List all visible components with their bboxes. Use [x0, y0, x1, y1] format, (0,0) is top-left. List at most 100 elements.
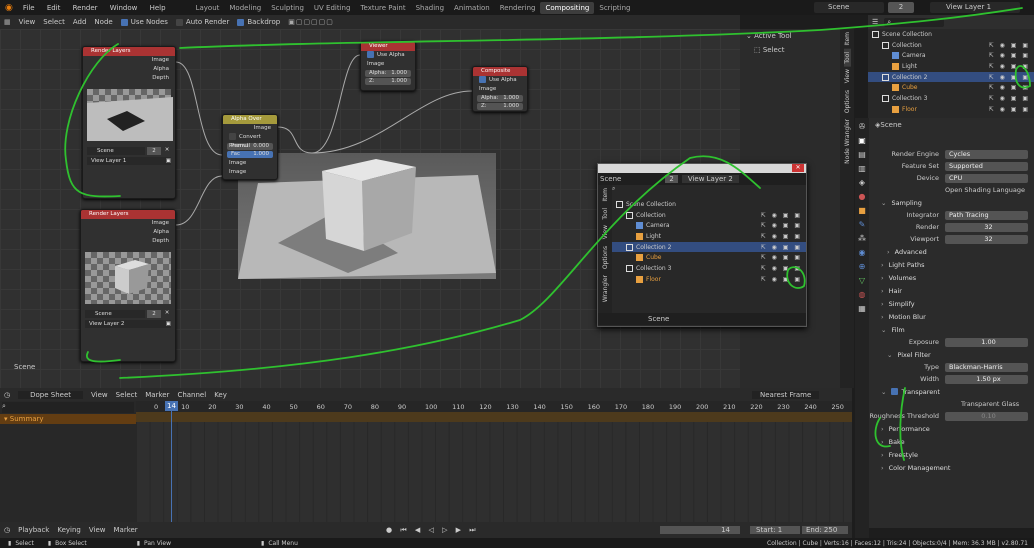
- particles-icon[interactable]: ⁂: [858, 234, 866, 243]
- object-icon[interactable]: ■: [858, 206, 866, 215]
- visibility-toggles[interactable]: ⇱ ◉ ▣ ▣: [761, 254, 802, 261]
- menu-file[interactable]: File: [18, 4, 40, 12]
- tab-view[interactable]: View: [602, 222, 609, 242]
- node-menu-select[interactable]: Select: [39, 18, 69, 26]
- constraint-icon[interactable]: ⊕: [859, 262, 866, 271]
- physics-icon[interactable]: ◉: [859, 248, 866, 257]
- render-icon[interactable]: ▣: [858, 136, 866, 145]
- playhead-frame[interactable]: 14: [165, 401, 178, 411]
- visibility-toggles[interactable]: ⇱ ◉ ▣ ▣: [761, 244, 802, 251]
- blender-logo-icon[interactable]: ◉: [0, 3, 18, 13]
- window-scene-count[interactable]: 2: [665, 175, 678, 183]
- scene-selector[interactable]: Scene: [814, 2, 884, 13]
- z-field[interactable]: Z: 1.000: [477, 103, 523, 110]
- dopesheet-mode[interactable]: Dope Sheet: [18, 390, 83, 399]
- bake-panel[interactable]: Bake: [869, 435, 1034, 448]
- render-engine-dropdown[interactable]: Cycles: [945, 149, 1028, 159]
- dopesheet-menu-key[interactable]: Key: [214, 391, 227, 399]
- timeline-menu-marker[interactable]: Marker: [113, 526, 137, 534]
- editor-type-icon[interactable]: ◷: [4, 526, 10, 534]
- node-header[interactable]: Render Layers: [83, 47, 175, 56]
- visibility-toggles[interactable]: ⇱ ◉ ▣ ▣: [761, 212, 802, 219]
- tab-rendering[interactable]: Rendering: [495, 2, 541, 14]
- node-scene-count[interactable]: 2: [147, 310, 161, 318]
- outliner-item-row[interactable]: Camera ⇱ ◉ ▣ ▣: [868, 50, 1034, 61]
- window-outliner-item-row[interactable]: Collection 3 ⇱ ◉ ▣ ▣: [612, 263, 806, 274]
- visibility-toggles[interactable]: ⇱ ◉ ▣ ▣: [989, 95, 1030, 102]
- viewer-node[interactable]: Viewer Use Alpha Image Alpha: 1.000 Z: 1.0…: [360, 41, 416, 91]
- visibility-toggles[interactable]: ⇱ ◉ ▣ ▣: [761, 265, 802, 272]
- visibility-toggles[interactable]: ⇱ ◉ ▣ ▣: [989, 84, 1030, 91]
- alpha-field[interactable]: Alpha: 1.000: [477, 95, 523, 102]
- tab-tool[interactable]: Tool: [602, 205, 609, 223]
- backdrop-toggle[interactable]: Backdrop: [233, 18, 284, 26]
- active-tool-select[interactable]: ⬚ Select: [740, 43, 840, 57]
- filter-type-dropdown[interactable]: Blackman-Harris: [945, 362, 1028, 372]
- tab-layout[interactable]: Layout: [191, 2, 225, 14]
- auto-render-toggle[interactable]: Auto Render: [172, 18, 233, 26]
- dopesheet-menu-select[interactable]: Select: [116, 391, 138, 399]
- texture-icon[interactable]: ▦: [858, 304, 866, 313]
- timeline-menu-keying[interactable]: Keying: [57, 526, 81, 534]
- tab-item[interactable]: Item: [844, 29, 851, 49]
- window-titlebar[interactable]: ✕: [598, 164, 806, 173]
- node-menu-node[interactable]: Node: [90, 18, 116, 26]
- sampling-panel[interactable]: Sampling: [869, 196, 1034, 209]
- close-icon[interactable]: ✕: [163, 147, 171, 155]
- exposure-field[interactable]: 1.00: [945, 337, 1028, 347]
- visibility-toggles[interactable]: ⇱ ◉ ▣ ▣: [989, 42, 1030, 49]
- feature-set-dropdown[interactable]: Supported: [945, 161, 1028, 171]
- node-menu-add[interactable]: Add: [69, 18, 91, 26]
- channel-search[interactable]: ⌕: [2, 402, 134, 413]
- volumes-panel[interactable]: Volumes: [869, 271, 1034, 284]
- motion-blur-panel[interactable]: Motion Blur: [869, 310, 1034, 323]
- color-management-panel[interactable]: Color Management: [869, 461, 1034, 474]
- window-search-bar[interactable]: ⌕: [612, 185, 806, 199]
- visibility-toggles[interactable]: ⇱ ◉ ▣ ▣: [989, 74, 1030, 81]
- use-nodes-toggle[interactable]: Use Nodes: [117, 18, 172, 26]
- tab-tool[interactable]: Tool: [843, 48, 851, 67]
- performance-panel[interactable]: Performance: [869, 422, 1034, 435]
- end-frame-field[interactable]: End: 250: [802, 526, 848, 534]
- outliner-item-row[interactable]: Collection 2 ⇱ ◉ ▣ ▣: [868, 71, 1034, 83]
- node-layer-field[interactable]: View Layer 2 ▣: [85, 320, 171, 328]
- output-icon[interactable]: ▤: [858, 150, 866, 159]
- integrator-dropdown[interactable]: Path Tracing: [945, 210, 1028, 220]
- osl-row[interactable]: Open Shading Language: [869, 184, 1034, 196]
- window-outliner-item-row[interactable]: Cube ⇱ ◉ ▣ ▣: [612, 252, 806, 263]
- convert-premul-toggle[interactable]: Convert Premul: [223, 133, 277, 149]
- visibility-toggles[interactable]: ⇱ ◉ ▣ ▣: [989, 63, 1030, 70]
- editor-type-icon[interactable]: ☰: [872, 18, 878, 26]
- current-frame-field[interactable]: 14: [660, 526, 740, 534]
- menu-render[interactable]: Render: [68, 4, 103, 12]
- dopesheet-timeline-area[interactable]: 0 10 20 30 40 50 60 70 80 90 100 110 120 130 140 150 160…: [136, 401, 852, 522]
- window-outliner-item-row[interactable]: Floor ⇱ ◉ ▣ ▣: [612, 274, 806, 285]
- node-scene-count[interactable]: 2: [147, 147, 161, 155]
- window-scene-name[interactable]: Scene: [600, 175, 621, 183]
- tab-modeling[interactable]: Modeling: [224, 2, 266, 14]
- tab-options[interactable]: Options: [844, 87, 851, 116]
- render-icon[interactable]: ▣: [166, 157, 171, 165]
- transparent-checkbox[interactable]: [891, 388, 899, 395]
- node-header[interactable]: Composite: [473, 67, 527, 76]
- filter-width-field[interactable]: 1.50 px: [945, 374, 1028, 384]
- scene-collection-row[interactable]: Scene Collection: [612, 199, 806, 210]
- view-layer-icon[interactable]: ▥: [858, 164, 866, 173]
- tab-view[interactable]: View: [844, 66, 851, 86]
- window-outliner-item-row[interactable]: Collection 2 ⇱ ◉ ▣ ▣: [612, 241, 806, 253]
- roughness-field[interactable]: 0.10: [945, 411, 1028, 421]
- window-view-layer[interactable]: View Layer 2: [681, 175, 739, 183]
- light-paths-panel[interactable]: Light Paths: [869, 258, 1034, 271]
- visibility-toggles[interactable]: ⇱ ◉ ▣ ▣: [989, 52, 1030, 59]
- tab-texture-paint[interactable]: Texture Paint: [355, 2, 410, 14]
- node-header[interactable]: Alpha Over: [223, 115, 277, 124]
- samples-viewport-field[interactable]: 32: [945, 234, 1028, 244]
- node-header[interactable]: Render Layers: [81, 210, 175, 219]
- simplify-panel[interactable]: Simplify: [869, 297, 1034, 310]
- visibility-toggles[interactable]: ⇱ ◉ ▣ ▣: [989, 106, 1030, 113]
- render-layers-node-1[interactable]: Render Layers Image Alpha Depth Scene 2 …: [82, 46, 176, 199]
- outliner-item-row[interactable]: Collection 3 ⇱ ◉ ▣ ▣: [868, 93, 1034, 104]
- window-outliner-item-row[interactable]: Camera ⇱ ◉ ▣ ▣: [612, 220, 806, 231]
- film-panel[interactable]: Film: [869, 323, 1034, 336]
- window-close-button[interactable]: ✕: [792, 164, 804, 172]
